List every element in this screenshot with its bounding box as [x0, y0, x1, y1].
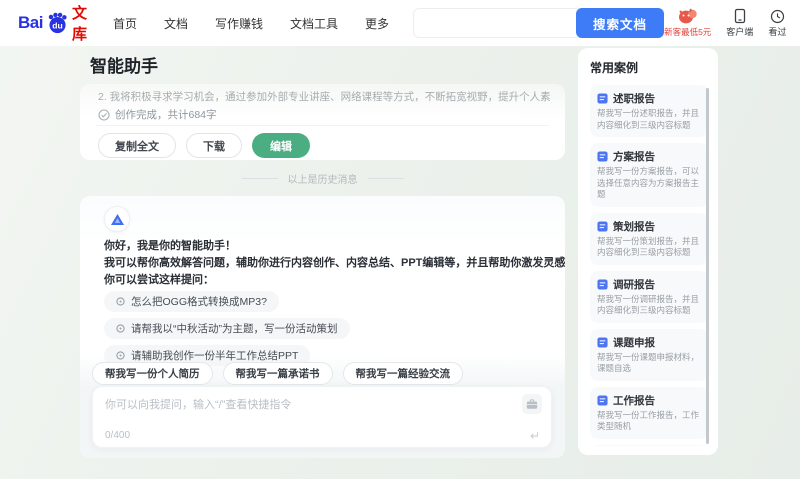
enter-send-icon[interactable]: ↵: [530, 429, 540, 443]
suggestion-text: 请帮我以“中秋活动”为主题，写一份活动策划: [131, 323, 338, 335]
top-header: Bai du 文库 首页 文档 写作赚钱 文档工具 更多 搜索文档 新客最低5元…: [0, 0, 800, 46]
main-nav: 首页 文档 写作赚钱 文档工具 更多: [113, 15, 389, 32]
case-item-plan-report[interactable]: 方案报告 帮我写一份方案报告，可以选择任意内容为方案报告主题: [590, 143, 708, 207]
divider-line: [96, 125, 549, 126]
history-divider-text: 以上是历史消息: [287, 175, 358, 186]
creation-status-text: 创作完成，共计684字: [115, 109, 217, 121]
promo-label: 新客最低5元: [664, 27, 712, 37]
suggestion-text: 请辅助我创作一份半年工作总结PPT: [131, 350, 299, 362]
case-item-planning-report[interactable]: 策划报告 帮我写一份策划报告，并且内容细化到三级内容标题: [590, 212, 708, 265]
suggestion-list: 怎么把OGG格式转换成MP3? 请帮我以“中秋活动”为主题，写一份活动策划 请辅…: [104, 291, 350, 366]
doc-icon: [597, 278, 608, 290]
client-entry[interactable]: 客户端: [726, 8, 753, 38]
case-title: 策划报告: [613, 220, 655, 233]
case-desc: 帮我写一份策划报告，并且内容细化到三级内容标题: [597, 235, 700, 258]
doc-icon: [597, 336, 608, 348]
nav-item-earn[interactable]: 写作赚钱: [215, 15, 263, 32]
case-desc: 帮我写一份述职报告，并且内容细化到三级内容标题: [597, 108, 700, 130]
doc-icon: [597, 93, 608, 104]
assistant-greeting: 你好，我是你的智能助手！ 我可以帮你高效解答问题，辅助你进行内容创作、内容总结、…: [104, 238, 565, 289]
phone-icon: [733, 8, 747, 24]
chat-input[interactable]: [105, 396, 517, 425]
promo-mascot-icon: [677, 8, 699, 25]
case-title: 述职报告: [613, 93, 655, 105]
common-cases-panel: 常用案例 述职报告 帮我写一份述职报告，并且内容细化到三级内容标题 方案报告 帮…: [578, 48, 718, 455]
nav-item-tools[interactable]: 文档工具: [290, 15, 338, 32]
header-right: 新客最低5元 客户端 看过: [664, 8, 800, 38]
history-actions: 复制全文 下载 编辑: [98, 133, 310, 158]
nav-item-home[interactable]: 首页: [113, 15, 137, 32]
case-desc: 帮我写一份课题申报材料，课题自选: [597, 351, 700, 374]
doc-icon: [597, 394, 608, 406]
logo-text-wenku: 文库: [71, 5, 87, 43]
bullet-circle-icon: [116, 351, 125, 360]
sidebar-title: 常用案例: [590, 61, 639, 75]
creation-status: 创作完成，共计684字: [98, 107, 217, 122]
quick-chip-commitment[interactable]: 帮我写一篇承诺书: [222, 362, 333, 385]
quick-chip-experience[interactable]: 帮我写一篇经验交流: [342, 362, 463, 385]
logo-text-bai: Bai: [18, 13, 43, 32]
suggestion-item[interactable]: 怎么把OGG格式转换成MP3?: [104, 291, 279, 312]
suggestion-text: 怎么把OGG格式转换成MP3?: [131, 296, 267, 308]
quick-chip-resume[interactable]: 帮我写一份个人简历: [92, 362, 213, 385]
case-desc: 帮我写一份工作报告，工作类型随机: [597, 409, 700, 432]
viewed-entry[interactable]: 看过: [768, 9, 786, 38]
nav-item-more[interactable]: 更多: [365, 15, 389, 32]
case-title: 工作报告: [613, 394, 655, 407]
search-bar: 搜索文档: [413, 8, 665, 38]
greeting-body: 我可以帮你高效解答问题，辅助你进行内容创作、内容总结、PPT编辑等，并且帮助你激…: [104, 257, 565, 269]
clock-icon: [770, 9, 785, 24]
history-result-card: 2. 我将积极寻求学习机会，通过参加外部专业讲座、网络课程等方式，不断拓宽视野，…: [80, 84, 565, 160]
char-counter: 0/400: [105, 430, 131, 441]
svg-text:du: du: [52, 20, 62, 30]
bullet-circle-icon: [116, 297, 125, 306]
client-label: 客户端: [726, 27, 754, 37]
history-message-divider: 以上是历史消息: [80, 171, 565, 186]
greeting-title: 你好，我是你的智能助手！: [104, 240, 236, 252]
doc-icon: [597, 151, 608, 162]
case-title: 课题申报: [613, 336, 655, 349]
page-title: 智能助手: [90, 57, 158, 76]
baidu-wenku-logo[interactable]: Bai du 文库: [18, 2, 87, 44]
check-circle-icon: [98, 108, 110, 121]
nav-item-docs[interactable]: 文档: [164, 15, 188, 32]
sidebar-case-list: 述职报告 帮我写一份述职报告，并且内容细化到三级内容标题 方案报告 帮我写一份方…: [590, 85, 708, 446]
toolbox-icon[interactable]: [522, 394, 542, 414]
download-button[interactable]: 下载: [186, 133, 242, 158]
promo-entry[interactable]: 新客最低5元: [664, 8, 711, 38]
case-desc: 帮我写一份方案报告，可以选择任意内容为方案报告主题: [597, 166, 700, 199]
search-input[interactable]: [414, 9, 577, 37]
baidu-paw-icon: du: [45, 11, 69, 35]
chat-input-box: 0/400 ↵: [92, 386, 552, 448]
assistant-avatar: [104, 206, 130, 232]
doc-icon: [597, 220, 608, 232]
case-item-debriefing-report[interactable]: 述职报告 帮我写一份述职报告，并且内容细化到三级内容标题: [590, 85, 708, 137]
assistant-logo-icon: [110, 213, 124, 225]
case-title: 调研报告: [613, 278, 655, 291]
search-button[interactable]: 搜索文档: [576, 8, 665, 38]
case-desc: 帮我写一份调研报告，并且内容细化到三级内容标题: [597, 293, 700, 316]
case-item-project-application[interactable]: 课题申报 帮我写一份课题申报材料，课题自选: [590, 328, 708, 381]
sidebar-scrollbar[interactable]: [706, 88, 709, 444]
case-item-ideological-report[interactable]: 思想汇报 帮我写一份思想汇报: [590, 444, 708, 446]
case-title: 方案报告: [613, 151, 655, 163]
page: Bai du 文库 首页 文档 写作赚钱 文档工具 更多 搜索文档 新客最低5元…: [0, 0, 800, 479]
suggestion-item[interactable]: 请帮我以“中秋活动”为主题，写一份活动策划: [104, 318, 350, 339]
copy-all-button[interactable]: 复制全文: [98, 133, 176, 158]
chat-card: 你好，我是你的智能助手！ 我可以帮你高效解答问题，辅助你进行内容创作、内容总结、…: [80, 196, 565, 458]
divider-line: [367, 178, 404, 179]
case-item-research-report[interactable]: 调研报告 帮我写一份调研报告，并且内容细化到三级内容标题: [590, 270, 708, 323]
history-tail-text: 2. 我将积极寻求学习机会，通过参加外部专业讲座、网络课程等方式，不断拓宽视野，…: [98, 91, 551, 103]
edit-button[interactable]: 编辑: [252, 133, 310, 158]
greeting-hint: 你可以尝试这样提问：: [104, 274, 214, 286]
case-item-work-report[interactable]: 工作报告 帮我写一份工作报告，工作类型随机: [590, 386, 708, 439]
bullet-circle-icon: [116, 324, 125, 333]
quick-chip-row: 帮我写一份个人简历 帮我写一篇承诺书 帮我写一篇经验交流: [92, 362, 463, 385]
divider-line: [241, 178, 278, 179]
viewed-label: 看过: [768, 26, 787, 37]
